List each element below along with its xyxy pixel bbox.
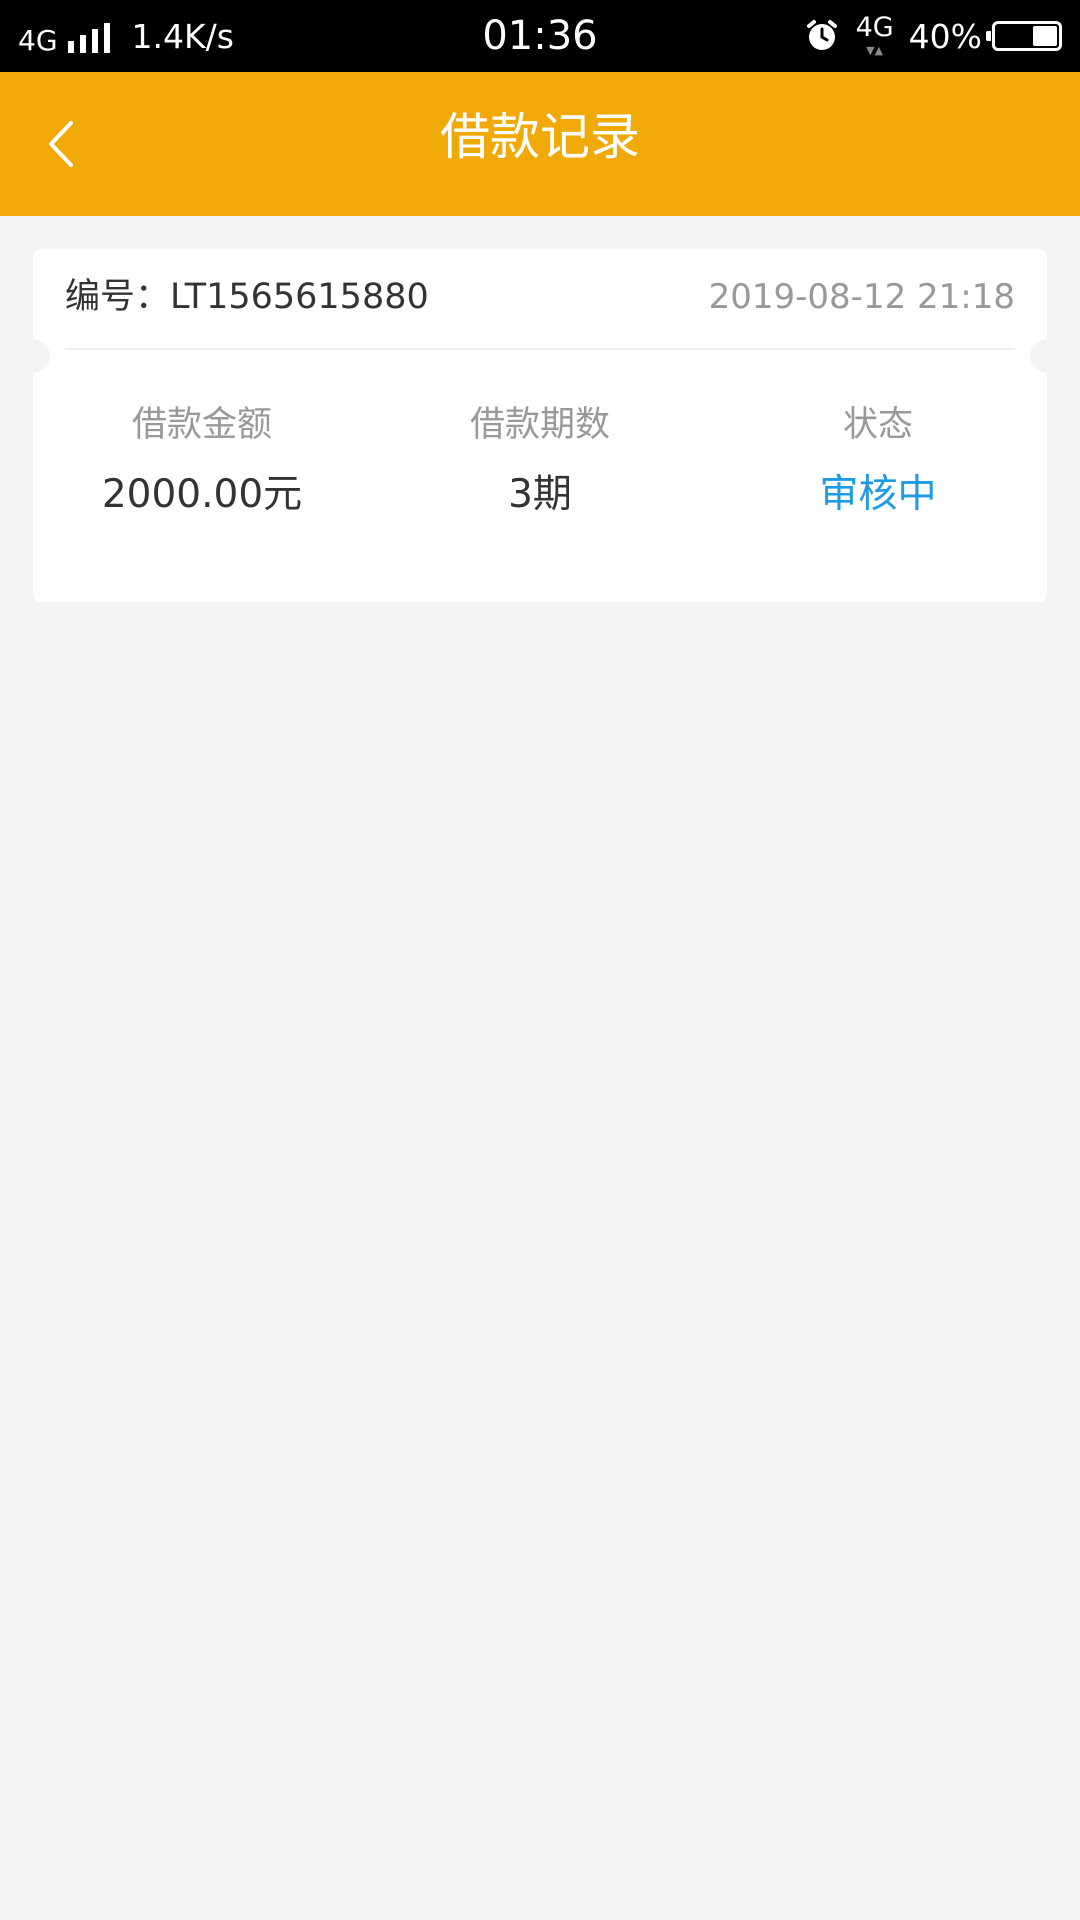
record-date: 2019-08-12 21:18 [708, 277, 1015, 317]
data-activity-arrows-icon: ▼▲ [866, 44, 884, 57]
app-header: 借款记录 [0, 72, 1080, 216]
loan-record-card[interactable]: 编号：LT1565615880 2019-08-12 21:18 借款金额 20… [16, 249, 1064, 602]
stat-label: 借款期数 [469, 405, 610, 445]
stat-loan-amount: 借款金额 2000.00元 [33, 401, 371, 521]
stat-label: 状态 [842, 405, 913, 445]
stat-value: 3期 [508, 472, 572, 517]
battery-icon [986, 21, 1062, 51]
stat-status: 状态 审核中 [709, 401, 1047, 521]
stat-value: 2000.00元 [101, 472, 303, 517]
stat-loan-periods: 借款期数 3期 [371, 401, 709, 521]
record-card-header: 编号：LT1565615880 2019-08-12 21:18 [65, 249, 1015, 349]
record-stats: 借款金额 2000.00元 借款期数 3期 状态 审核中 [33, 401, 1047, 521]
stat-label: 借款金额 [131, 405, 272, 445]
record-number-value: LT1565615880 [170, 277, 429, 317]
status-bar: 4G 1.4K/s 01:36 4G ▼▲ 40% [0, 0, 1080, 72]
status-bar-right: 4G ▼▲ 40% [805, 0, 1062, 72]
alarm-clock-icon [806, 20, 837, 50]
mobile-data-indicator: 4G ▼▲ [855, 11, 895, 61]
page-title: 借款记录 [440, 108, 640, 166]
battery-percent: 40% [908, 16, 982, 56]
record-number-label: 编号： [65, 277, 171, 317]
battery-level-fill [1033, 26, 1057, 46]
card-divider [65, 348, 1015, 350]
record-number: 编号：LT1565615880 [65, 249, 429, 345]
status-badge: 审核中 [819, 472, 937, 517]
ticket-notch-right [1030, 339, 1064, 373]
mobile-data-label: 4G [855, 12, 894, 43]
ticket-notch-left [16, 339, 50, 373]
